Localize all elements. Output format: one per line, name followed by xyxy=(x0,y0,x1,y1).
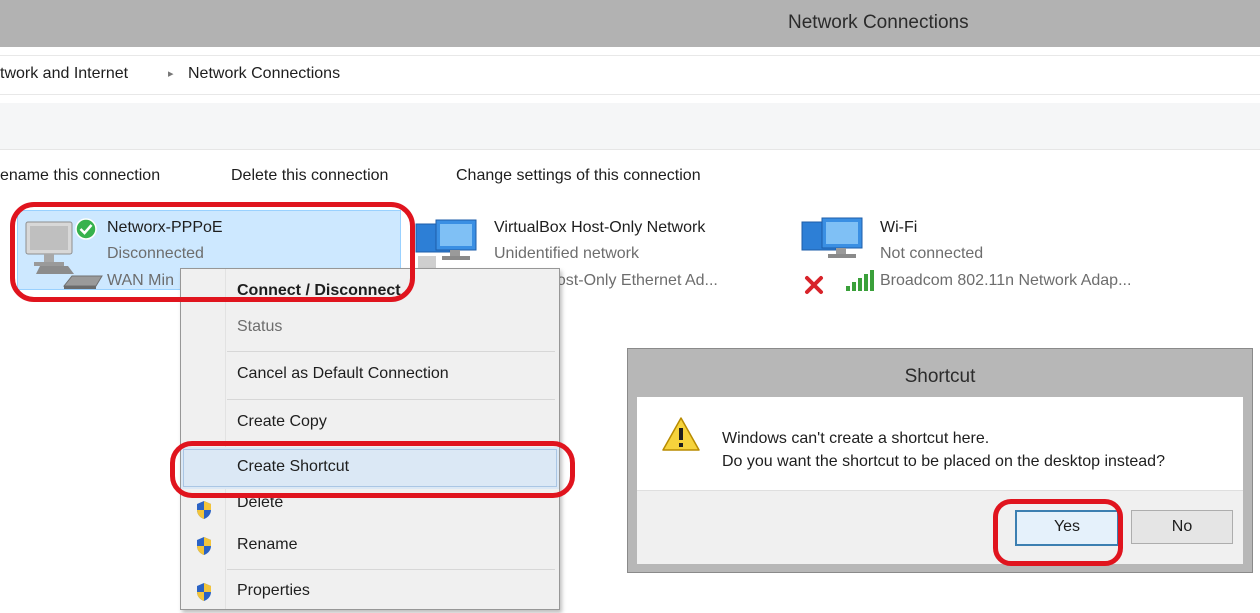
menu-item-label: Create Shortcut xyxy=(237,458,350,475)
no-button[interactable]: No xyxy=(1131,510,1233,544)
connection-status: Unidentified network xyxy=(494,245,639,262)
yes-button[interactable]: Yes xyxy=(1015,510,1119,546)
rename-connection-command[interactable]: ename this connection xyxy=(0,167,160,185)
connection-name: Networx-PPPoE xyxy=(107,219,223,236)
menu-item-label: Properties xyxy=(237,582,310,599)
breadcrumb-chevron-icon[interactable]: ▸ xyxy=(168,67,174,80)
menu-item-create-shortcut[interactable]: Create Shortcut xyxy=(181,447,559,489)
menu-item-rename[interactable]: Rename xyxy=(181,525,559,567)
shield-icon xyxy=(197,501,211,519)
disconnected-x-icon xyxy=(805,276,823,294)
connection-name: Wi-Fi xyxy=(880,219,918,236)
connection-adapter: Broadcom 802.11n Network Adap... xyxy=(880,272,1132,289)
connection-adapter: WAN Min xyxy=(107,272,174,289)
window-title-bar: Network Connections xyxy=(0,0,1260,47)
window-title: Network Connections xyxy=(788,12,969,33)
command-bar: ename this connection Delete this connec… xyxy=(0,150,1260,202)
modem-icon xyxy=(62,275,103,289)
dialog-footer: Yes No xyxy=(637,490,1243,564)
delete-connection-command[interactable]: Delete this connection xyxy=(231,167,388,185)
address-bar[interactable]: twork and Internet ▸ Network Connections xyxy=(0,55,1260,95)
menu-item-label: Rename xyxy=(237,536,298,553)
check-icon xyxy=(75,218,97,240)
dialog-title: Shortcut xyxy=(904,366,976,387)
menu-item-label: Status xyxy=(237,318,283,335)
menu-item-label: Cancel as Default Connection xyxy=(237,365,449,382)
menu-item-label: Create Copy xyxy=(237,413,327,430)
breadcrumb-network-connections[interactable]: Network Connections xyxy=(188,65,340,83)
warning-icon xyxy=(662,417,700,451)
connection-name: VirtualBox Host-Only Network xyxy=(494,219,706,236)
menu-item-label: Delete xyxy=(237,494,284,511)
menu-item-create-copy[interactable]: Create Copy xyxy=(181,402,559,444)
dialog-message-line1: Windows can't create a shortcut here. xyxy=(722,430,990,447)
connection-status: Not connected xyxy=(880,245,984,262)
shield-icon xyxy=(197,537,211,555)
menu-separator xyxy=(227,569,555,570)
shortcut-dialog: Shortcut Windows can't create a shortcut… xyxy=(627,348,1253,573)
signal-bars-icon xyxy=(846,270,874,291)
breadcrumb-network-and-internet[interactable]: twork and Internet xyxy=(0,65,128,83)
shield-icon xyxy=(197,583,211,601)
menu-separator xyxy=(227,399,555,400)
toolbar-strip xyxy=(0,103,1260,150)
dialog-message-line2: Do you want the shortcut to be placed on… xyxy=(722,453,1165,470)
menu-item-label: Connect / Disconnect xyxy=(237,282,401,299)
menu-separator xyxy=(227,351,555,352)
context-menu: Connect / Disconnect Status Cancel as De… xyxy=(180,268,560,610)
connection-status: Disconnected xyxy=(107,245,204,262)
change-settings-command[interactable]: Change settings of this connection xyxy=(456,167,701,185)
dialog-body: Windows can't create a shortcut here. Do… xyxy=(637,397,1243,490)
menu-item-cancel-default[interactable]: Cancel as Default Connection xyxy=(181,354,559,396)
menu-item-status[interactable]: Status xyxy=(181,307,559,349)
menu-item-properties[interactable]: Properties xyxy=(181,571,559,613)
network-computer-icon xyxy=(801,217,863,258)
